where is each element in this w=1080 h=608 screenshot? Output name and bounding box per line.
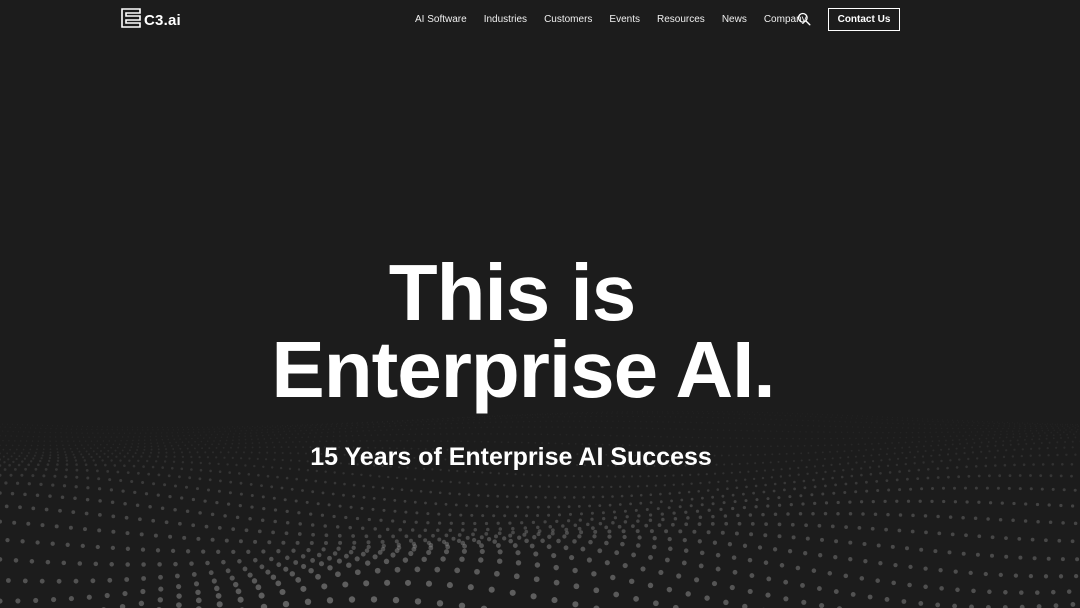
nav-item-resources[interactable]: Resources [657,14,705,25]
nav-item-news[interactable]: News [722,14,747,25]
c3-logo-icon [121,8,141,28]
nav-item-events[interactable]: Events [609,14,640,25]
main-nav: AI Software Industries Customers Events … [415,12,824,26]
contact-us-button[interactable]: Contact Us [828,8,900,31]
hero-subtitle: 15 Years of Enterprise AI Success [310,443,712,471]
brand-name: C3.ai [144,11,181,29]
nav-item-ai-software[interactable]: AI Software [415,14,467,25]
brand-logo[interactable]: C3.ai [121,7,181,29]
site-header: C3.ai AI Software Industries Customers E… [0,0,1080,40]
page: C3.ai AI Software Industries Customers E… [0,0,1080,608]
hero-headline-line-1: This is [388,248,636,337]
hero-headline-line-2: Enterprise AI. [271,325,775,414]
search-icon[interactable] [797,12,811,26]
nav-item-industries[interactable]: Industries [484,14,527,25]
nav-item-customers[interactable]: Customers [544,14,592,25]
